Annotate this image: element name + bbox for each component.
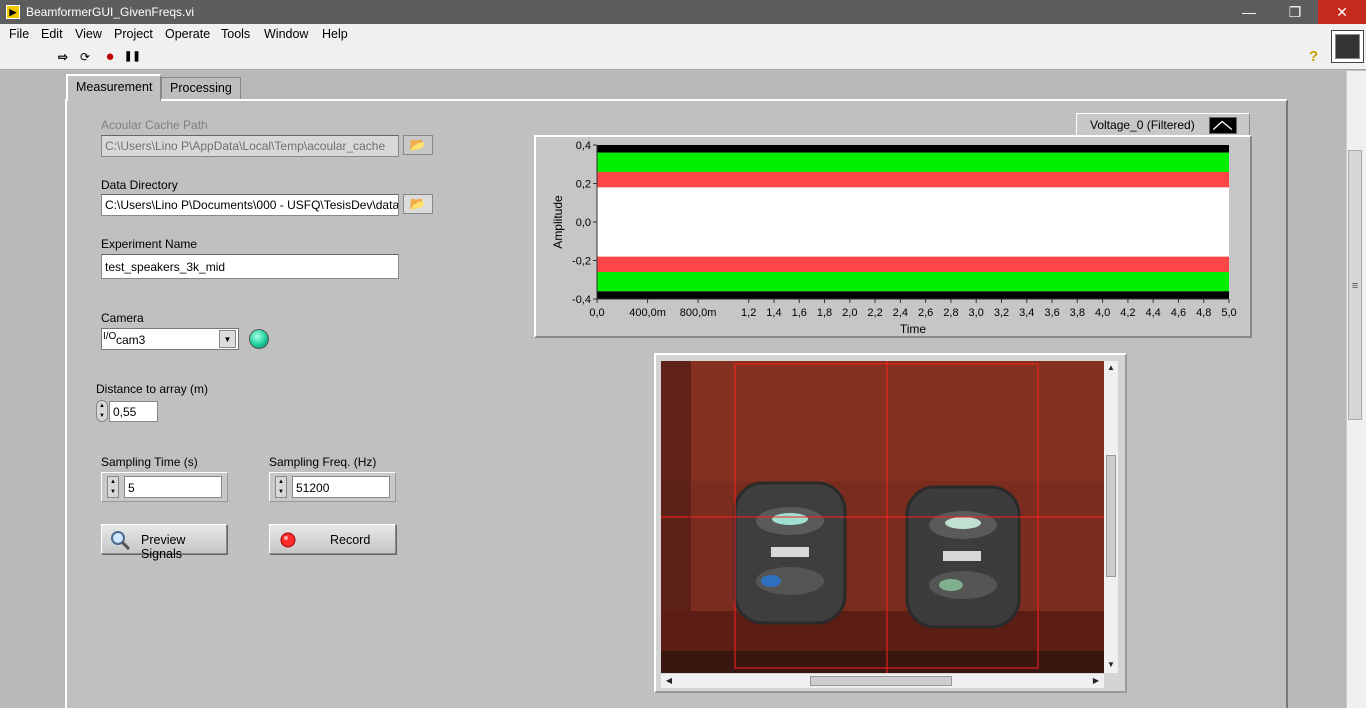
menu-tools[interactable]: Tools <box>221 27 250 41</box>
scroll-up-icon[interactable]: ▲ <box>1105 362 1117 374</box>
x-tick-label: 3,6 <box>1044 307 1059 319</box>
y-tick-label: 0,0 <box>576 217 591 229</box>
legend-line-swatch-icon <box>1209 117 1237 134</box>
distance-stepper[interactable]: ▲ ▼ <box>96 400 108 422</box>
sampling-freq-label: Sampling Freq. (Hz) <box>269 455 377 469</box>
x-tick-label: 400,0m <box>629 307 666 319</box>
y-axis-label: Amplitude <box>551 195 565 249</box>
minimize-button[interactable]: — <box>1226 0 1272 24</box>
x-tick-label: 2,2 <box>867 307 882 319</box>
cache-path-label: Acoular Cache Path <box>101 118 208 132</box>
scroll-grip-icon: ≡ <box>1351 280 1359 292</box>
cache-path-field[interactable]: C:\Users\Lino P\AppData\Local\Temp\acoul… <box>101 135 399 157</box>
x-tick-label: 3,0 <box>969 307 984 319</box>
x-tick-label: 2,8 <box>943 307 958 319</box>
toolbar <box>0 44 1366 70</box>
x-tick-label: 4,2 <box>1120 307 1135 319</box>
left-speaker <box>733 481 847 625</box>
sampling-time-label: Sampling Time (s) <box>101 455 198 469</box>
x-tick-label: 0,0 <box>589 307 604 319</box>
abort-icon[interactable]: ● <box>102 49 118 64</box>
x-tick-label: 4,6 <box>1171 307 1186 319</box>
close-button[interactable]: ✕ <box>1318 0 1366 24</box>
distance-field[interactable]: 0,55 <box>109 401 158 422</box>
y-tick-label: 0,4 <box>576 140 591 152</box>
data-dir-label: Data Directory <box>101 178 178 192</box>
experiment-name-label: Experiment Name <box>101 237 198 251</box>
x-tick-label: 4,0 <box>1095 307 1110 319</box>
distance-label: Distance to array (m) <box>96 382 209 396</box>
x-tick-label: 1,6 <box>792 307 807 319</box>
context-help-icon[interactable]: ? <box>1309 48 1323 65</box>
menu-window[interactable]: Window <box>264 27 308 41</box>
menu-view[interactable]: View <box>75 27 102 41</box>
x-tick-label: 3,2 <box>994 307 1009 319</box>
chevron-down-icon[interactable]: ▼ <box>219 330 236 348</box>
window-title: BeamformerGUI_GivenFreqs.vi <box>26 5 195 19</box>
vi-icon-graphic <box>1335 34 1360 59</box>
camera-feed-image <box>661 361 1104 673</box>
pause-icon[interactable]: ❚❚ <box>124 50 141 64</box>
data-dir-field[interactable]: C:\Users\Lino P\Documents\000 - USFQ\Tes… <box>101 194 399 216</box>
title-bar <box>0 0 1366 24</box>
x-tick-label: 2,6 <box>918 307 933 319</box>
sampling-freq-stepper[interactable]: ▲ ▼ <box>275 476 287 498</box>
menu-help[interactable]: Help <box>322 27 348 41</box>
record-button[interactable]: Record <box>269 524 396 554</box>
x-tick-label: 3,8 <box>1070 307 1085 319</box>
camera-label: Camera <box>101 311 144 325</box>
tab-processing[interactable]: Processing <box>161 77 241 99</box>
cache-browse-button[interactable]: 📂 <box>403 135 433 155</box>
menu-file[interactable]: File <box>9 27 29 41</box>
image-hscroll-thumb[interactable] <box>810 676 952 686</box>
camera-status-led <box>249 329 269 349</box>
preview-signals-label: Preview Signals <box>141 533 186 561</box>
menu-operate[interactable]: Operate <box>165 27 210 41</box>
scroll-left-icon[interactable]: ◀ <box>663 675 675 687</box>
preview-signals-button[interactable]: Preview Signals <box>101 524 227 561</box>
right-speaker <box>905 485 1021 629</box>
x-tick-label: 800,0m <box>680 307 717 319</box>
magnifier-icon <box>111 531 131 551</box>
x-tick-label: 2,4 <box>893 307 908 319</box>
maximize-button[interactable]: ❐ <box>1272 0 1318 24</box>
labview-app-icon: ▶ <box>6 5 20 19</box>
data-dir-browse-button[interactable]: 📂 <box>403 194 433 214</box>
x-tick-label: 2,0 <box>842 307 857 319</box>
run-continuously-icon[interactable]: ⟳ <box>77 50 93 64</box>
menu-edit[interactable]: Edit <box>41 27 63 41</box>
x-tick-label: 1,8 <box>817 307 832 319</box>
sampling-freq-field[interactable]: 51200 <box>292 476 390 498</box>
x-tick-label: 3,4 <box>1019 307 1034 319</box>
experiment-name-field[interactable]: test_speakers_3k_mid <box>101 254 399 279</box>
record-dot-icon <box>280 532 296 548</box>
scroll-right-icon[interactable]: ▶ <box>1090 675 1102 687</box>
x-tick-label: 4,8 <box>1196 307 1211 319</box>
legend-series-label: Voltage_0 (Filtered) <box>1090 118 1195 132</box>
y-tick-label: -0,2 <box>572 256 591 268</box>
tab-measurement[interactable]: Measurement <box>66 74 162 101</box>
y-tick-label: -0,4 <box>572 294 591 306</box>
x-axis-label: Time <box>900 322 927 336</box>
graph-axes: 0,40,20,0-0,2-0,40,0 400,0m 800,0m 1,2 1,4 1,… <box>551 140 1237 336</box>
x-tick-label: 1,2 <box>741 307 756 319</box>
x-tick-label: 1,4 <box>766 307 781 319</box>
vi-connector-icon[interactable] <box>1331 30 1364 63</box>
menu-project[interactable]: Project <box>114 27 153 41</box>
scroll-down-icon[interactable]: ▼ <box>1105 659 1117 671</box>
sampling-time-stepper[interactable]: ▲ ▼ <box>107 476 119 498</box>
x-tick-label: 5,0 <box>1221 307 1236 319</box>
run-icon[interactable]: ⇨ <box>55 50 71 64</box>
record-label: Record <box>330 533 371 547</box>
image-vscroll-thumb[interactable] <box>1106 455 1116 577</box>
camera-select-value: cam3 <box>116 333 146 347</box>
io-name-icon: I/O <box>103 331 117 342</box>
sampling-time-field[interactable]: 5 <box>124 476 222 498</box>
x-tick-label: 4,4 <box>1146 307 1161 319</box>
y-tick-label: 0,2 <box>576 179 591 191</box>
